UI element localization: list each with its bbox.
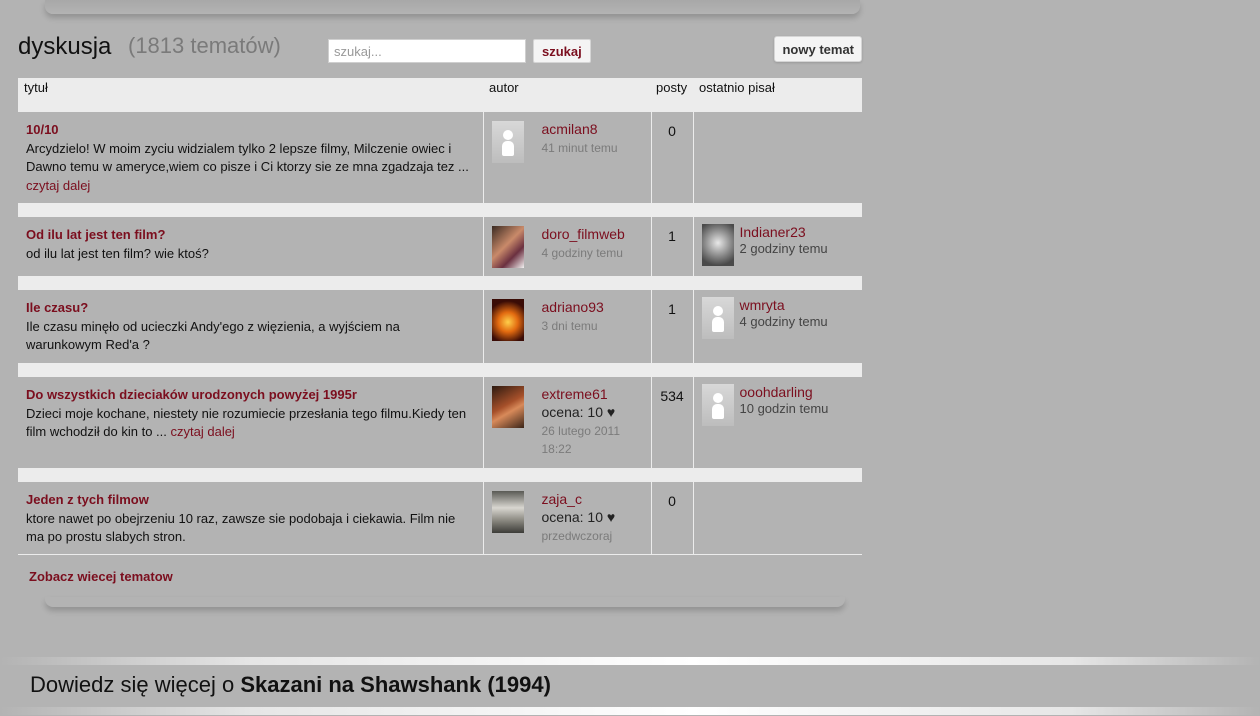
avatar[interactable]	[491, 491, 524, 533]
post-count: 0	[668, 493, 676, 509]
read-more-link[interactable]: czytaj dalej	[26, 178, 90, 193]
topic-excerpt: Ile czasu minęło od ucieczki Andy'ego z …	[26, 318, 400, 353]
avatar[interactable]	[491, 299, 524, 341]
last-author-link[interactable]: Indianer23	[740, 224, 828, 240]
footer-divider	[0, 707, 1260, 715]
bottom-panel-edge	[45, 597, 845, 607]
avatar[interactable]	[491, 121, 524, 163]
post-time: 4 godziny temu	[541, 246, 623, 260]
row-divider	[18, 363, 862, 377]
topic-excerpt: Dzieci moje kochane, niestety nie rozumi…	[26, 405, 467, 440]
topic-excerpt: ktore nawet po obejrzeniu 10 raz, zawsze…	[26, 510, 456, 545]
discussion-header: dyskusja (1813 tematów) szukaj nowy tema…	[18, 28, 862, 68]
last-author-link[interactable]: ooohdarling	[740, 384, 829, 400]
footer-divider	[0, 657, 1260, 665]
topic-title-link[interactable]: Od ilu lat jest ten film?	[26, 227, 165, 242]
post-count: 534	[660, 388, 684, 404]
last-author-link[interactable]: wmryta	[740, 297, 828, 313]
topic-excerpt: Arcydzielo! W moim zyciu widzialem tylko…	[26, 140, 469, 175]
column-header-last-post: ostatnio pisał	[693, 78, 862, 112]
author-link[interactable]: doro_filmweb	[542, 226, 625, 242]
table-row: Jeden z tych filmow ktore nawet po obejr…	[18, 482, 862, 554]
new-topic-button[interactable]: nowy temat	[774, 36, 862, 62]
column-header-title: tytuł	[18, 78, 483, 112]
footer-text: Dowiedz się więcej o Skazani na Shawshan…	[30, 672, 551, 698]
post-count: 1	[668, 301, 676, 317]
author-link[interactable]: acmilan8	[542, 121, 618, 137]
post-time: przedwczoraj	[541, 529, 613, 543]
topics-table: tytuł autor posty ostatnio pisał 10/10 A…	[18, 78, 862, 555]
topic-excerpt: od ilu lat jest ten film? wie ktoś?	[26, 245, 209, 261]
topic-title-link[interactable]: Ile czasu?	[26, 300, 88, 315]
read-more-link[interactable]: czytaj dalej	[171, 424, 235, 439]
author-link[interactable]: adriano93	[542, 299, 604, 315]
author-link[interactable]: zaja_c	[542, 491, 616, 507]
table-row: Od ilu lat jest ten film? od ilu lat jes…	[18, 217, 862, 276]
table-row: 10/10 Arcydzielo! W moim zyciu widzialem…	[18, 112, 862, 203]
topic-title-link[interactable]: Jeden z tych filmow	[26, 492, 149, 507]
rating: ocena: 10 ♥	[541, 404, 616, 420]
avatar[interactable]	[701, 224, 734, 266]
post-time: 3 dni temu	[541, 319, 598, 333]
table-row: Ile czasu? Ile czasu minęło od ucieczki …	[18, 290, 862, 363]
top-panel-edge	[45, 0, 860, 14]
last-post-time: 10 godzin temu	[739, 401, 829, 416]
last-post-time: 2 godziny temu	[739, 241, 828, 256]
table-bottom-border	[18, 554, 862, 555]
avatar[interactable]	[491, 226, 524, 268]
footer-prefix: Dowiedz się więcej o	[30, 672, 235, 697]
topic-title-link[interactable]: Do wszystkich dzieciaków urodzonych powy…	[26, 387, 357, 402]
row-divider	[18, 276, 862, 290]
rating: ocena: 10 ♥	[541, 509, 616, 525]
search-input[interactable]	[328, 39, 526, 63]
search-button[interactable]: szukaj	[533, 39, 591, 63]
avatar[interactable]	[701, 384, 734, 426]
table-header-row: tytuł autor posty ostatnio pisał	[18, 78, 862, 112]
page-title: dyskusja	[18, 33, 112, 60]
post-time: 41 minut temu	[541, 141, 618, 155]
movie-title-link[interactable]: Skazani na Shawshank (1994)	[240, 672, 551, 697]
post-time: 26 lutego 2011 18:22	[541, 424, 621, 456]
row-divider	[18, 203, 862, 217]
topic-count: (1813 tematów)	[128, 33, 281, 58]
post-count: 1	[668, 228, 676, 244]
row-divider	[18, 468, 862, 482]
last-post-time: 4 godziny temu	[739, 314, 828, 329]
table-row: Do wszystkich dzieciaków urodzonych powy…	[18, 377, 862, 468]
avatar[interactable]	[491, 386, 524, 428]
avatar[interactable]	[701, 297, 734, 339]
author-link[interactable]: extreme61	[542, 386, 647, 402]
post-count: 0	[668, 123, 676, 139]
column-header-posts: posty	[651, 78, 693, 112]
topic-title-link[interactable]: 10/10	[26, 122, 59, 137]
column-header-author: autor	[483, 78, 651, 112]
more-topics-link[interactable]: Zobacz wiecej tematow	[29, 569, 173, 584]
footer-bar: Dowiedz się więcej o Skazani na Shawshan…	[0, 657, 1260, 716]
